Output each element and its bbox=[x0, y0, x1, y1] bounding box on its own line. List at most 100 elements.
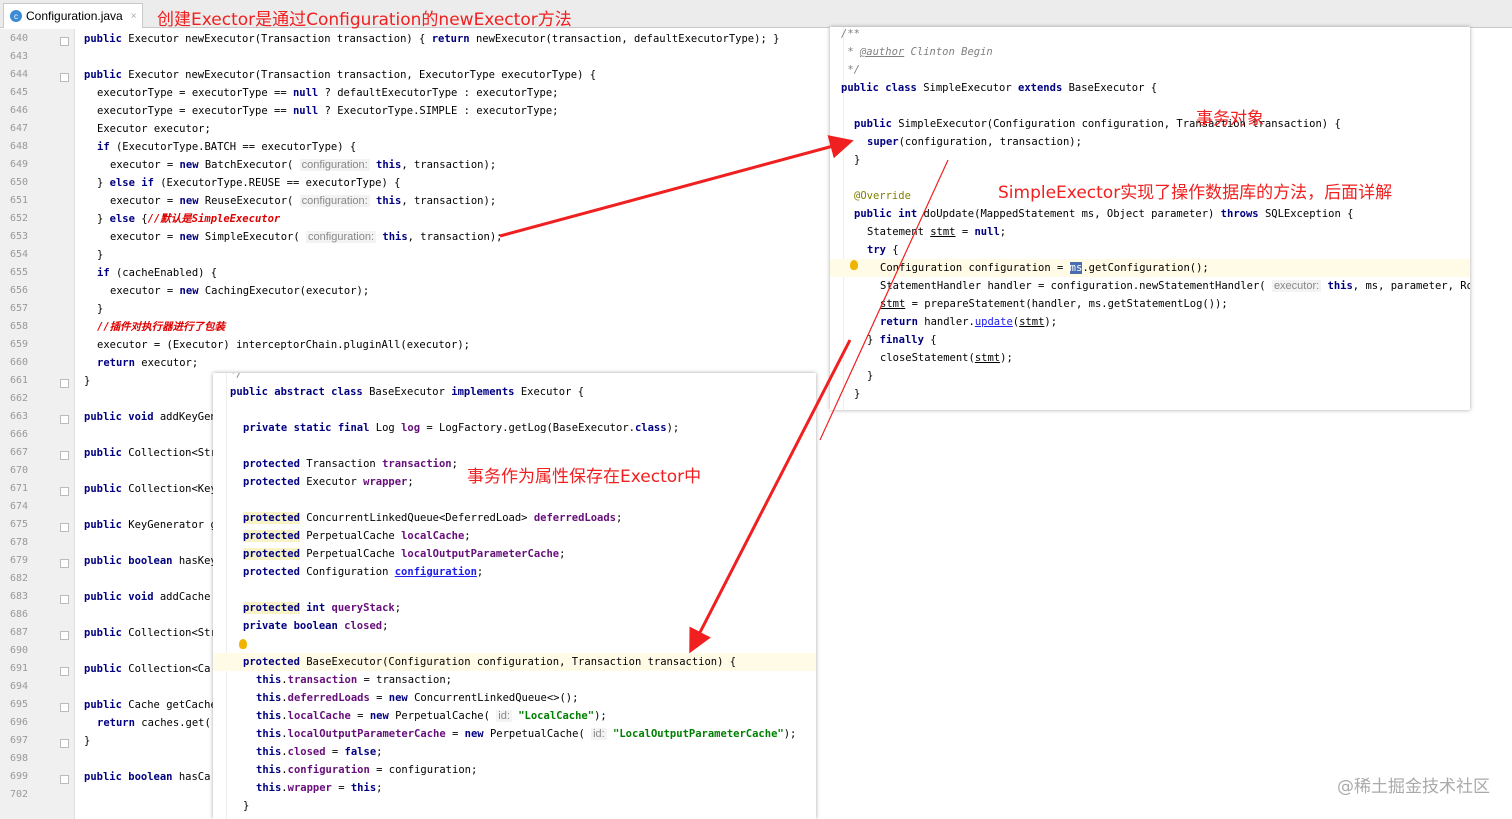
code-token: new bbox=[179, 285, 205, 297]
fold-toggle-icon[interactable] bbox=[60, 73, 69, 82]
code-token: closed bbox=[344, 620, 383, 632]
code-token: Collection<Str bbox=[128, 447, 217, 459]
fold-toggle-icon[interactable] bbox=[60, 451, 69, 460]
code-token: ; bbox=[451, 458, 458, 470]
code-token: extends bbox=[1018, 82, 1069, 94]
code-token: if bbox=[97, 267, 116, 279]
line-number: 698 bbox=[10, 753, 29, 764]
code-token: executor = bbox=[110, 195, 180, 207]
line-number: 644 bbox=[10, 69, 29, 80]
line-number: 687 bbox=[10, 627, 29, 638]
code-token: null bbox=[974, 226, 1000, 238]
line-number: 662 bbox=[10, 393, 29, 404]
code-token: stmt bbox=[974, 352, 1001, 364]
watermark: @稀土掘金技术社区 bbox=[1337, 777, 1490, 797]
line-number: 658 bbox=[10, 321, 29, 332]
code-token: finally bbox=[879, 334, 931, 346]
code-token: public int bbox=[854, 208, 924, 220]
line-number: 695 bbox=[10, 699, 29, 710]
fold-toggle-icon[interactable] bbox=[60, 631, 69, 640]
fold-toggle-icon[interactable] bbox=[60, 37, 69, 46]
close-tab-icon[interactable]: × bbox=[131, 11, 137, 22]
code-token: , transaction); bbox=[401, 159, 497, 171]
class-c-icon: c bbox=[10, 10, 22, 22]
code-line: * @author Clinton Begin bbox=[841, 43, 992, 61]
code-line: Executor executor; bbox=[97, 120, 211, 138]
code-line: //插件对执行器进行了包装 bbox=[97, 318, 225, 336]
code-line: public void addCache bbox=[84, 588, 210, 606]
code-token: this bbox=[376, 231, 408, 243]
fold-toggle-icon[interactable] bbox=[60, 667, 69, 676]
code-line: executorType = executorType == null ? de… bbox=[97, 84, 558, 102]
fold-toggle-icon[interactable] bbox=[60, 739, 69, 748]
fold-toggle-icon[interactable] bbox=[60, 415, 69, 424]
fold-toggle-icon[interactable] bbox=[60, 487, 69, 496]
code-token: , transaction); bbox=[401, 195, 497, 207]
code-line: public Collection<Str bbox=[84, 624, 217, 642]
simple-executor-popup: /** * @author Clinton Begin */ public cla… bbox=[830, 27, 1470, 410]
code-token: (cacheEnabled) { bbox=[115, 267, 218, 279]
code-line: */ bbox=[230, 373, 243, 383]
code-line: } bbox=[84, 372, 90, 390]
lightbulb-icon[interactable] bbox=[850, 260, 858, 270]
code-line: public abstract class BaseExecutor imple… bbox=[230, 383, 584, 401]
code-token: super bbox=[867, 136, 899, 148]
code-line: } bbox=[97, 300, 103, 318]
code-token: this bbox=[256, 692, 282, 704]
code-line: } bbox=[854, 385, 860, 403]
code-token: implements bbox=[451, 386, 521, 398]
code-token: ); bbox=[1044, 316, 1058, 328]
code-token: protected bbox=[243, 476, 307, 488]
line-number: 667 bbox=[10, 447, 29, 458]
code-token: false bbox=[344, 746, 377, 758]
fold-toggle-icon[interactable] bbox=[60, 775, 69, 784]
code-token: try bbox=[867, 244, 893, 256]
code-token: id: bbox=[496, 710, 512, 722]
code-line: this.localCache = new PerpetualCache( id… bbox=[256, 707, 607, 725]
line-number: 682 bbox=[10, 573, 29, 584]
code-token: .getConfiguration(); bbox=[1082, 262, 1209, 274]
line-number: 657 bbox=[10, 303, 29, 314]
code-token: protected bbox=[243, 548, 300, 560]
code-token: configuration bbox=[394, 566, 477, 578]
code-token: Configuration configuration = bbox=[880, 262, 1070, 274]
code-token: executor = bbox=[110, 159, 180, 171]
code-token: wrapper bbox=[287, 782, 332, 794]
code-token: Configuration bbox=[306, 566, 395, 578]
fold-toggle-icon[interactable] bbox=[60, 703, 69, 712]
line-number: 686 bbox=[10, 609, 29, 620]
code-token: private boolean bbox=[243, 620, 345, 632]
code-token: protected bbox=[243, 512, 300, 524]
code-line: public int doUpdate(MappedStatement ms, … bbox=[854, 205, 1353, 223]
code-token: hasCa bbox=[178, 771, 211, 783]
code-token: configuration: bbox=[299, 195, 370, 207]
fold-toggle-icon[interactable] bbox=[60, 595, 69, 604]
fold-toggle-icon[interactable] bbox=[60, 523, 69, 532]
code-token: public void bbox=[84, 411, 160, 423]
code-line: return executor; bbox=[97, 354, 198, 372]
tab-configuration-java[interactable]: c Configuration.java × bbox=[3, 3, 143, 28]
code-token: Executor bbox=[306, 476, 364, 488]
line-number: 663 bbox=[10, 411, 29, 422]
code-line: this.wrapper = this; bbox=[256, 779, 382, 797]
code-line: protected PerpetualCache localOutputPara… bbox=[243, 545, 565, 563]
code-token: = bbox=[325, 746, 345, 758]
code-token: localOutputParameterCache bbox=[287, 728, 446, 740]
code-token: //默认是SimpleExecutor bbox=[147, 213, 281, 225]
code-line: } else if (ExecutorType.REUSE == executo… bbox=[97, 174, 400, 192]
code-token: protected bbox=[243, 602, 300, 614]
lightbulb-icon[interactable] bbox=[239, 639, 247, 649]
line-number: 643 bbox=[10, 51, 29, 62]
code-token: Cache getCache bbox=[128, 699, 217, 711]
code-token: localCache bbox=[401, 530, 465, 542]
code-token: protected bbox=[243, 656, 307, 668]
code-token: private static final bbox=[243, 422, 376, 434]
code-token: ; bbox=[464, 530, 471, 542]
code-token: executor; bbox=[141, 357, 199, 369]
fold-toggle-icon[interactable] bbox=[60, 559, 69, 568]
code-token: Executor newExecutor(Transaction transac… bbox=[128, 69, 597, 81]
line-number: 660 bbox=[10, 357, 29, 368]
fold-toggle-icon[interactable] bbox=[60, 379, 69, 388]
line-number: 678 bbox=[10, 537, 29, 548]
code-line: public void addKeyGen bbox=[84, 408, 217, 426]
